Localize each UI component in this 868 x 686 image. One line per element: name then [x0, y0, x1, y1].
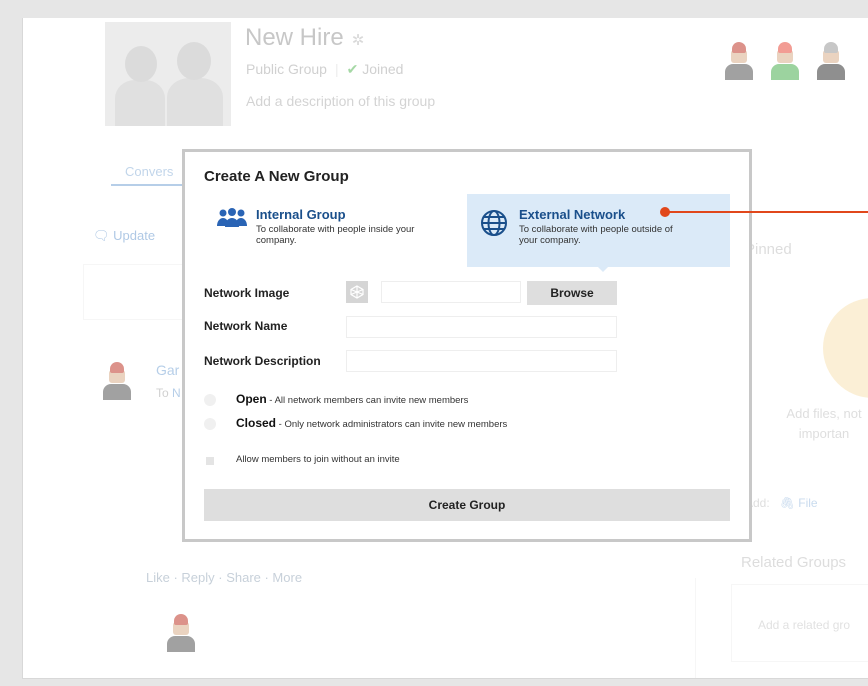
allow-join-label[interactable]: Allow members to join without an invite — [236, 454, 400, 465]
external-network-desc: To collaborate with people outside of yo… — [519, 224, 673, 246]
poster-avatar[interactable] — [101, 360, 133, 400]
visibility-label: Public Group — [246, 61, 327, 77]
closed-radio[interactable] — [204, 418, 216, 430]
post-actions[interactable]: Like · Reply · Share · More — [146, 570, 302, 585]
network-description-label: Network Description — [204, 354, 321, 368]
update-button[interactable]: 🗨 Update — [93, 228, 155, 244]
open-option[interactable]: Open - All network members can invite ne… — [236, 392, 468, 406]
group-title: New Hire ✲ — [245, 24, 365, 51]
internal-group-label: Internal Group — [256, 207, 346, 222]
network-name-label: Network Name — [204, 319, 288, 333]
allow-join-checkbox[interactable] — [206, 457, 214, 465]
paperclip-icon: 🖇 — [779, 496, 795, 510]
pinned-illustration — [823, 298, 868, 398]
network-image-label: Network Image — [204, 286, 290, 300]
add-row: Add: 🖇 File — [745, 496, 818, 510]
selection-pointer — [595, 264, 611, 272]
check-icon: ✔ — [346, 61, 359, 77]
group-photo — [105, 22, 231, 126]
open-radio[interactable] — [204, 394, 216, 406]
people-icon — [216, 208, 248, 233]
callout-line — [666, 211, 868, 213]
tab-conversations[interactable]: Convers — [125, 164, 173, 179]
pinned-heading: Pinned — [745, 241, 792, 258]
member-avatar[interactable] — [723, 40, 755, 80]
closed-option[interactable]: Closed - Only network administrators can… — [236, 416, 507, 430]
external-network-option[interactable]: External Network To collaborate with peo… — [467, 194, 730, 267]
network-name-field[interactable] — [346, 316, 617, 338]
add-files-hint: Add files, not importan — [786, 406, 862, 441]
image-placeholder-icon — [346, 281, 368, 303]
external-network-label: External Network — [519, 207, 626, 222]
member-avatar[interactable] — [769, 40, 801, 80]
member-avatars — [723, 40, 847, 80]
internal-group-desc: To collaborate with people inside your c… — [256, 224, 415, 246]
related-groups-heading: Related Groups — [741, 554, 847, 571]
dialog-title: Create A New Group — [204, 168, 349, 185]
group-meta: Public Group | ✔ Joined — [246, 61, 404, 77]
network-image-field[interactable] — [381, 281, 521, 303]
poster-to: To N — [156, 386, 181, 400]
related-groups-hint[interactable]: Add a related gro — [758, 618, 850, 632]
member-avatar[interactable] — [815, 40, 847, 80]
joined-label[interactable]: Joined — [362, 61, 403, 77]
network-description-field[interactable] — [346, 350, 617, 372]
internal-group-option[interactable]: Internal Group To collaborate with peopl… — [204, 194, 467, 267]
callout-dot — [660, 207, 670, 217]
create-group-button[interactable]: Create Group — [204, 489, 730, 521]
reply-avatar — [165, 612, 197, 652]
group-description-placeholder[interactable]: Add a description of this group — [246, 93, 435, 109]
file-link[interactable]: 🖇 File — [780, 496, 818, 510]
comment-icon: 🗨 — [93, 228, 110, 243]
globe-icon — [479, 208, 509, 243]
poster-name[interactable]: Gar — [156, 362, 179, 378]
gear-icon[interactable]: ✲ — [352, 32, 365, 49]
browse-button[interactable]: Browse — [527, 281, 617, 305]
